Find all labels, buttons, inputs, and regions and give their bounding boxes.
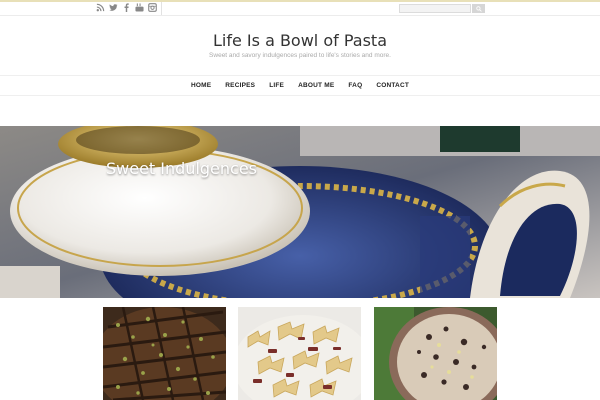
youtube-icon[interactable]: [135, 3, 144, 12]
topbar-divider: [161, 2, 162, 15]
instagram-icon[interactable]: [148, 3, 157, 12]
site-tagline: Sweet and savory indulgences paired to l…: [209, 52, 391, 59]
nav-item-recipes[interactable]: RECIPES: [225, 82, 255, 89]
chocolate-tart-image: [103, 307, 226, 400]
nav-divider-top: [0, 75, 600, 76]
top-bar: [0, 2, 600, 15]
search-icon: [475, 5, 482, 12]
hero-banner[interactable]: Sweet Indulgences: [0, 126, 600, 298]
nav-item-faq[interactable]: FAQ: [348, 82, 362, 89]
site-title[interactable]: Life Is a Bowl of Pasta: [0, 31, 600, 50]
post-thumbnail-3[interactable]: [374, 307, 497, 400]
main-navigation: HOME RECIPES LIFE ABOUT ME FAQ CONTACT: [0, 82, 600, 89]
nav-divider-bottom: [0, 95, 600, 96]
farfalle-pasta-image: [238, 307, 361, 400]
post-thumbnail-2[interactable]: [238, 307, 361, 400]
rss-icon[interactable]: [96, 3, 105, 12]
hero-image: [0, 126, 600, 298]
search-button[interactable]: [472, 4, 485, 13]
facebook-icon[interactable]: [122, 3, 131, 12]
topbar-rule: [0, 15, 600, 16]
hero-title[interactable]: Sweet Indulgences: [106, 159, 257, 178]
social-links: [96, 3, 157, 12]
quiche-image: [374, 307, 497, 400]
post-thumbnail-1[interactable]: [103, 307, 226, 400]
nav-item-life[interactable]: LIFE: [269, 82, 284, 89]
nav-item-about-me[interactable]: ABOUT ME: [298, 82, 334, 89]
nav-item-home[interactable]: HOME: [191, 82, 211, 89]
twitter-icon[interactable]: [109, 3, 118, 12]
search-input[interactable]: [399, 4, 471, 13]
nav-item-contact[interactable]: CONTACT: [376, 82, 409, 89]
